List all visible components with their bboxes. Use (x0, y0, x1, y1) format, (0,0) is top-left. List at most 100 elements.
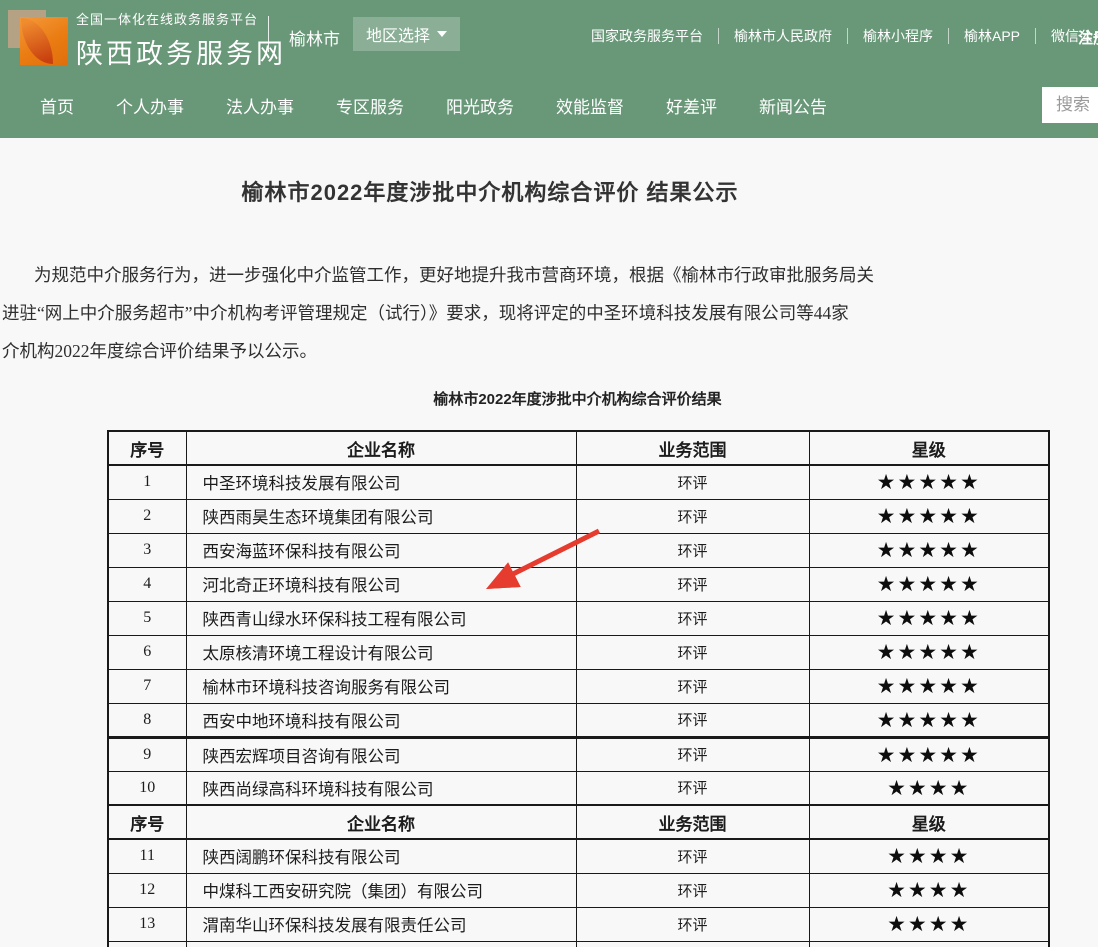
star-rating: ★★★★★ (809, 533, 1049, 567)
table-row: 6太原核清环境工程设计有限公司环评★★★★★ (108, 635, 1049, 669)
table-row: 7榆林市环境科技咨询服务有限公司环评★★★★★ (108, 669, 1049, 703)
row-index: 2 (108, 499, 186, 533)
table-row: 10陕西尚绿高科环境科技有限公司环评★★★★ (108, 771, 1049, 805)
top-link-4[interactable]: 榆林APP (949, 26, 1035, 46)
star-rating: ★★★★★ (809, 601, 1049, 635)
company-name: 太原核清环境工程设计有限公司 (186, 635, 576, 669)
nav-item-7[interactable]: 好差评 (666, 93, 717, 118)
row-index: 7 (108, 669, 186, 703)
nav-item-4[interactable]: 专区服务 (336, 93, 404, 118)
site-header: 全国一体化在线政务服务平台 陕西政务服务网 榆林市 地区选择 国家政务服务平台榆… (0, 0, 1098, 72)
current-city-link[interactable]: 榆林市 (289, 25, 340, 50)
business-scope: 环评 (576, 839, 809, 873)
top-links: 国家政务服务平台榆林市人民政府榆林小程序榆林APP微信公众号 (576, 0, 1098, 72)
paragraph-line-2: 进驻“网上中介服务超市”中介机构考评管理规定（试行）》要求，现将评定的中圣环境科… (2, 294, 1098, 332)
company-name: 西安中地环境科技有限公司 (186, 703, 576, 737)
row-index: 9 (108, 737, 186, 771)
business-scope: 环评 (576, 465, 809, 499)
table-row: 13渭南华山环保科技发展有限责任公司环评★★★★ (108, 907, 1049, 941)
column-header: 业务范围 (576, 805, 809, 839)
business-scope: 环评 (576, 737, 809, 771)
column-header: 序号 (108, 805, 186, 839)
star-rating: ★★★★★ (809, 635, 1049, 669)
nav-item-3[interactable]: 法人办事 (226, 93, 294, 118)
search-input[interactable] (1042, 87, 1098, 123)
star-rating: ★★★★★ (809, 465, 1049, 499)
row-index: 6 (108, 635, 186, 669)
announcement-paragraph: 为规范中介服务行为，进一步强化中介监管工作，更好地提升我市营商环境，根据《榆林市… (2, 256, 1098, 370)
star-rating: ★★★★ (809, 839, 1049, 873)
top-link-1[interactable]: 国家政务服务平台 (576, 26, 718, 46)
table-header-row: 序号企业名称业务范围星级 (108, 805, 1049, 839)
row-index: 4 (108, 567, 186, 601)
row-index: 5 (108, 601, 186, 635)
company-name: 中煤科工西安研究院（集团）有限公司 (186, 873, 576, 907)
company-name: 中圣环境科技发展有限公司 (186, 465, 576, 499)
site-brand: 全国一体化在线政务服务平台 陕西政务服务网 (76, 9, 286, 71)
business-scope: 环评 (576, 669, 809, 703)
business-scope: 环评 (576, 533, 809, 567)
row-index: 8 (108, 703, 186, 737)
company-name (186, 941, 576, 947)
table-row: 11陕西阔鹏环保科技有限公司环评★★★★ (108, 839, 1049, 873)
brand-divider (268, 16, 269, 52)
company-name: 陕西青山绿水环保科技工程有限公司 (186, 601, 576, 635)
nav-item-1[interactable]: 首页 (40, 93, 74, 118)
paragraph-line-3: 介机构2022年度综合评价结果予以公示。 (2, 332, 1098, 370)
business-scope (576, 941, 809, 947)
column-header: 业务范围 (576, 431, 809, 465)
top-link-2[interactable]: 榆林市人民政府 (719, 26, 847, 46)
site-logo (8, 5, 70, 67)
region-select-button[interactable]: 地区选择 (353, 17, 460, 51)
business-scope: 环评 (576, 601, 809, 635)
row-index: 11 (108, 839, 186, 873)
star-rating: ★★★★ (809, 907, 1049, 941)
table-row: 2陕西雨昊生态环境集团有限公司环评★★★★★ (108, 499, 1049, 533)
page-title: 榆林市2022年度涉批中介机构综合评价 结果公示 (0, 175, 980, 207)
company-name: 渭南华山环保科技发展有限责任公司 (186, 907, 576, 941)
row-index: 10 (108, 771, 186, 805)
nav-item-2[interactable]: 个人办事 (116, 93, 184, 118)
row-index: 12 (108, 873, 186, 907)
star-rating: ★★★★ (809, 771, 1049, 805)
business-scope: 环评 (576, 907, 809, 941)
company-name: 陕西雨昊生态环境集团有限公司 (186, 499, 576, 533)
star-rating: ★★★★★ (809, 737, 1049, 771)
evaluation-results-table: 序号企业名称业务范围星级1中圣环境科技发展有限公司环评★★★★★2陕西雨昊生态环… (107, 430, 1050, 947)
star-rating (809, 941, 1049, 947)
column-header: 企业名称 (186, 431, 576, 465)
company-name: 陕西宏辉项目咨询有限公司 (186, 737, 576, 771)
company-name: 河北奇正环境科技有限公司 (186, 567, 576, 601)
company-name: 陕西阔鹏环保科技有限公司 (186, 839, 576, 873)
star-rating: ★★★★ (809, 873, 1049, 907)
nav-item-5[interactable]: 阳光政务 (446, 93, 514, 118)
table-row: 4河北奇正环境科技有限公司环评★★★★★ (108, 567, 1049, 601)
table-row: 12中煤科工西安研究院（集团）有限公司环评★★★★ (108, 873, 1049, 907)
register-link[interactable]: 注册 (1078, 27, 1098, 48)
company-name: 西安海蓝环保科技有限公司 (186, 533, 576, 567)
table-row: 9陕西宏辉项目咨询有限公司环评★★★★★ (108, 737, 1049, 771)
row-index (108, 941, 186, 947)
column-header: 企业名称 (186, 805, 576, 839)
chevron-down-icon (437, 31, 447, 37)
announcement-document: 榆林市2022年度涉批中介机构综合评价 结果公示 为规范中介服务行为，进一步强化… (0, 138, 1098, 947)
nav-item-6[interactable]: 效能监督 (556, 93, 624, 118)
business-scope: 环评 (576, 635, 809, 669)
company-name: 陕西尚绿高科环境科技有限公司 (186, 771, 576, 805)
star-rating: ★★★★★ (809, 499, 1049, 533)
business-scope: 环评 (576, 771, 809, 805)
nav-item-8[interactable]: 新闻公告 (759, 93, 827, 118)
region-select-label: 地区选择 (366, 22, 430, 46)
main-nav: 首页 个人办事 法人办事 专区服务 阳光政务 效能监督 好差评 新闻公告 (0, 72, 1098, 138)
table-header-row: 序号企业名称业务范围星级 (108, 431, 1049, 465)
platform-tagline: 全国一体化在线政务服务平台 (76, 9, 286, 28)
table-caption: 榆林市2022年度涉批中介机构综合评价结果 (107, 388, 1048, 409)
star-rating: ★★★★★ (809, 567, 1049, 601)
table-row: 5陕西青山绿水环保科技工程有限公司环评★★★★★ (108, 601, 1049, 635)
top-link-3[interactable]: 榆林小程序 (848, 26, 948, 46)
column-header: 星级 (809, 431, 1049, 465)
table-row: 8西安中地环境科技有限公司环评★★★★★ (108, 703, 1049, 737)
row-index: 1 (108, 465, 186, 499)
column-header: 序号 (108, 431, 186, 465)
star-rating: ★★★★★ (809, 669, 1049, 703)
